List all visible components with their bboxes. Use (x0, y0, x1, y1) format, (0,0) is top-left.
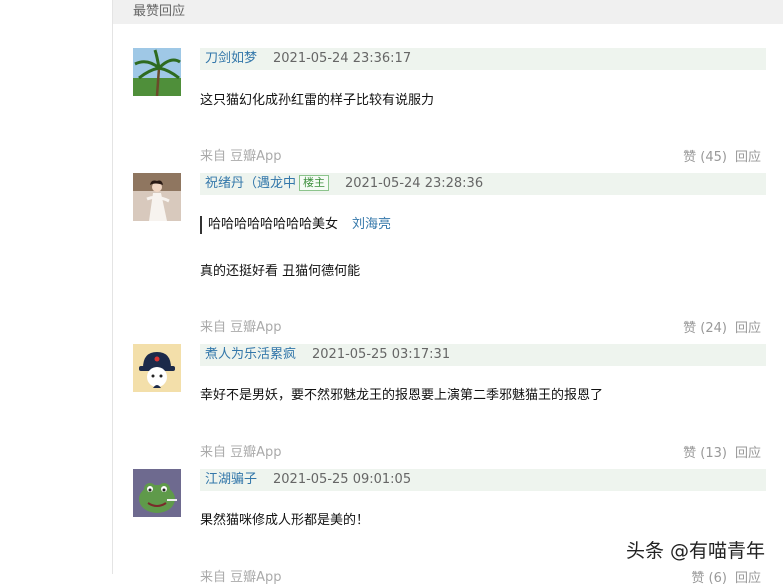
comment-item: 刀剑如梦 2021-05-24 23:36:17 这只猫幻化成孙红雷的样子比较有说… (133, 48, 783, 168)
quote-author-link[interactable]: 刘海亮 (352, 217, 391, 232)
comment-actions: 赞 (13) 回应 (675, 442, 761, 461)
author-link[interactable]: 煮人为乐活累疯 (205, 347, 296, 362)
cartoon-hat-avatar-image (133, 344, 181, 392)
comment-time: 2021-05-24 23:28:36 (345, 176, 484, 191)
comment-meta: 刀剑如梦 2021-05-24 23:36:17 (200, 48, 766, 70)
author-link[interactable]: 江湖骗子 (205, 472, 257, 487)
comment-meta: 江湖骗子 2021-05-25 09:01:05 (200, 469, 766, 491)
reply-button[interactable]: 回应 (735, 321, 761, 336)
frog-meme-avatar-image (133, 469, 181, 517)
quoted-reply: 哈哈哈哈哈哈哈哈美女 刘海亮 (200, 216, 391, 234)
comment-item: 煮人为乐活累疯 2021-05-25 03:17:31 幸好不是男妖，要不然邪魅龙… (133, 344, 783, 461)
avatar[interactable] (133, 48, 181, 96)
comment-actions: 赞 (6) 回应 (683, 567, 761, 586)
like-button[interactable]: 赞 (45) (683, 150, 727, 165)
comment-text: 这只猫幻化成孙红雷的样子比较有说服力 (200, 93, 435, 108)
reply-button[interactable]: 回应 (735, 446, 761, 461)
comment-actions: 赞 (24) 回应 (675, 317, 761, 336)
comment-text: 真的还挺好看 丑猫何德何能 (200, 264, 361, 279)
author-link[interactable]: 祝绪丹（遇龙中 (205, 176, 296, 191)
comment-meta: 祝绪丹（遇龙中 楼主 2021-05-24 23:28:36 (200, 173, 766, 195)
like-button[interactable]: 赞 (24) (683, 321, 727, 336)
author-link[interactable]: 刀剑如梦 (205, 51, 257, 66)
thread-owner-badge: 楼主 (299, 175, 330, 191)
avatar[interactable] (133, 173, 181, 221)
comment-time: 2021-05-25 09:01:05 (273, 472, 412, 487)
comment-text: 果然猫咪修成人形都是美的！ (200, 513, 370, 528)
section-header-top-comments: 最赞回应 (113, 0, 783, 24)
palm-tree-avatar-image (133, 48, 181, 96)
quote-text: 哈哈哈哈哈哈哈哈美女 (208, 217, 339, 232)
comment-meta: 煮人为乐活累疯 2021-05-25 03:17:31 (200, 344, 766, 366)
content-divider (112, 0, 113, 574)
watermark: 头条 @有喵青年 (625, 540, 765, 562)
comment-source: 来自 豆瓣App (200, 445, 282, 460)
comment-source: 来自 豆瓣App (200, 570, 282, 585)
comment-actions: 赞 (45) 回应 (675, 146, 761, 165)
left-margin (0, 0, 112, 574)
like-button[interactable]: 赞 (6) (691, 571, 727, 586)
comment-time: 2021-05-25 03:17:31 (312, 347, 451, 362)
comment-text: 幸好不是男妖，要不然邪魅龙王的报恩要上演第二季邪魅猫王的报恩了 (200, 388, 604, 403)
comment-time: 2021-05-24 23:36:17 (273, 51, 412, 66)
comment-item: 江湖骗子 2021-05-25 09:01:05 果然猫咪修成人形都是美的！ 来自… (133, 469, 783, 586)
woman-in-white-avatar-image (133, 173, 181, 221)
comment-item: 祝绪丹（遇龙中 楼主 2021-05-24 23:28:36 哈哈哈哈哈哈哈哈美女刘… (133, 173, 783, 336)
comment-source: 来自 豆瓣App (200, 320, 282, 335)
like-button[interactable]: 赞 (13) (683, 446, 727, 461)
reply-button[interactable]: 回应 (735, 150, 761, 165)
avatar[interactable] (133, 469, 181, 517)
avatar[interactable] (133, 344, 181, 392)
comment-source: 来自 豆瓣App (200, 149, 282, 164)
reply-button[interactable]: 回应 (735, 571, 761, 586)
